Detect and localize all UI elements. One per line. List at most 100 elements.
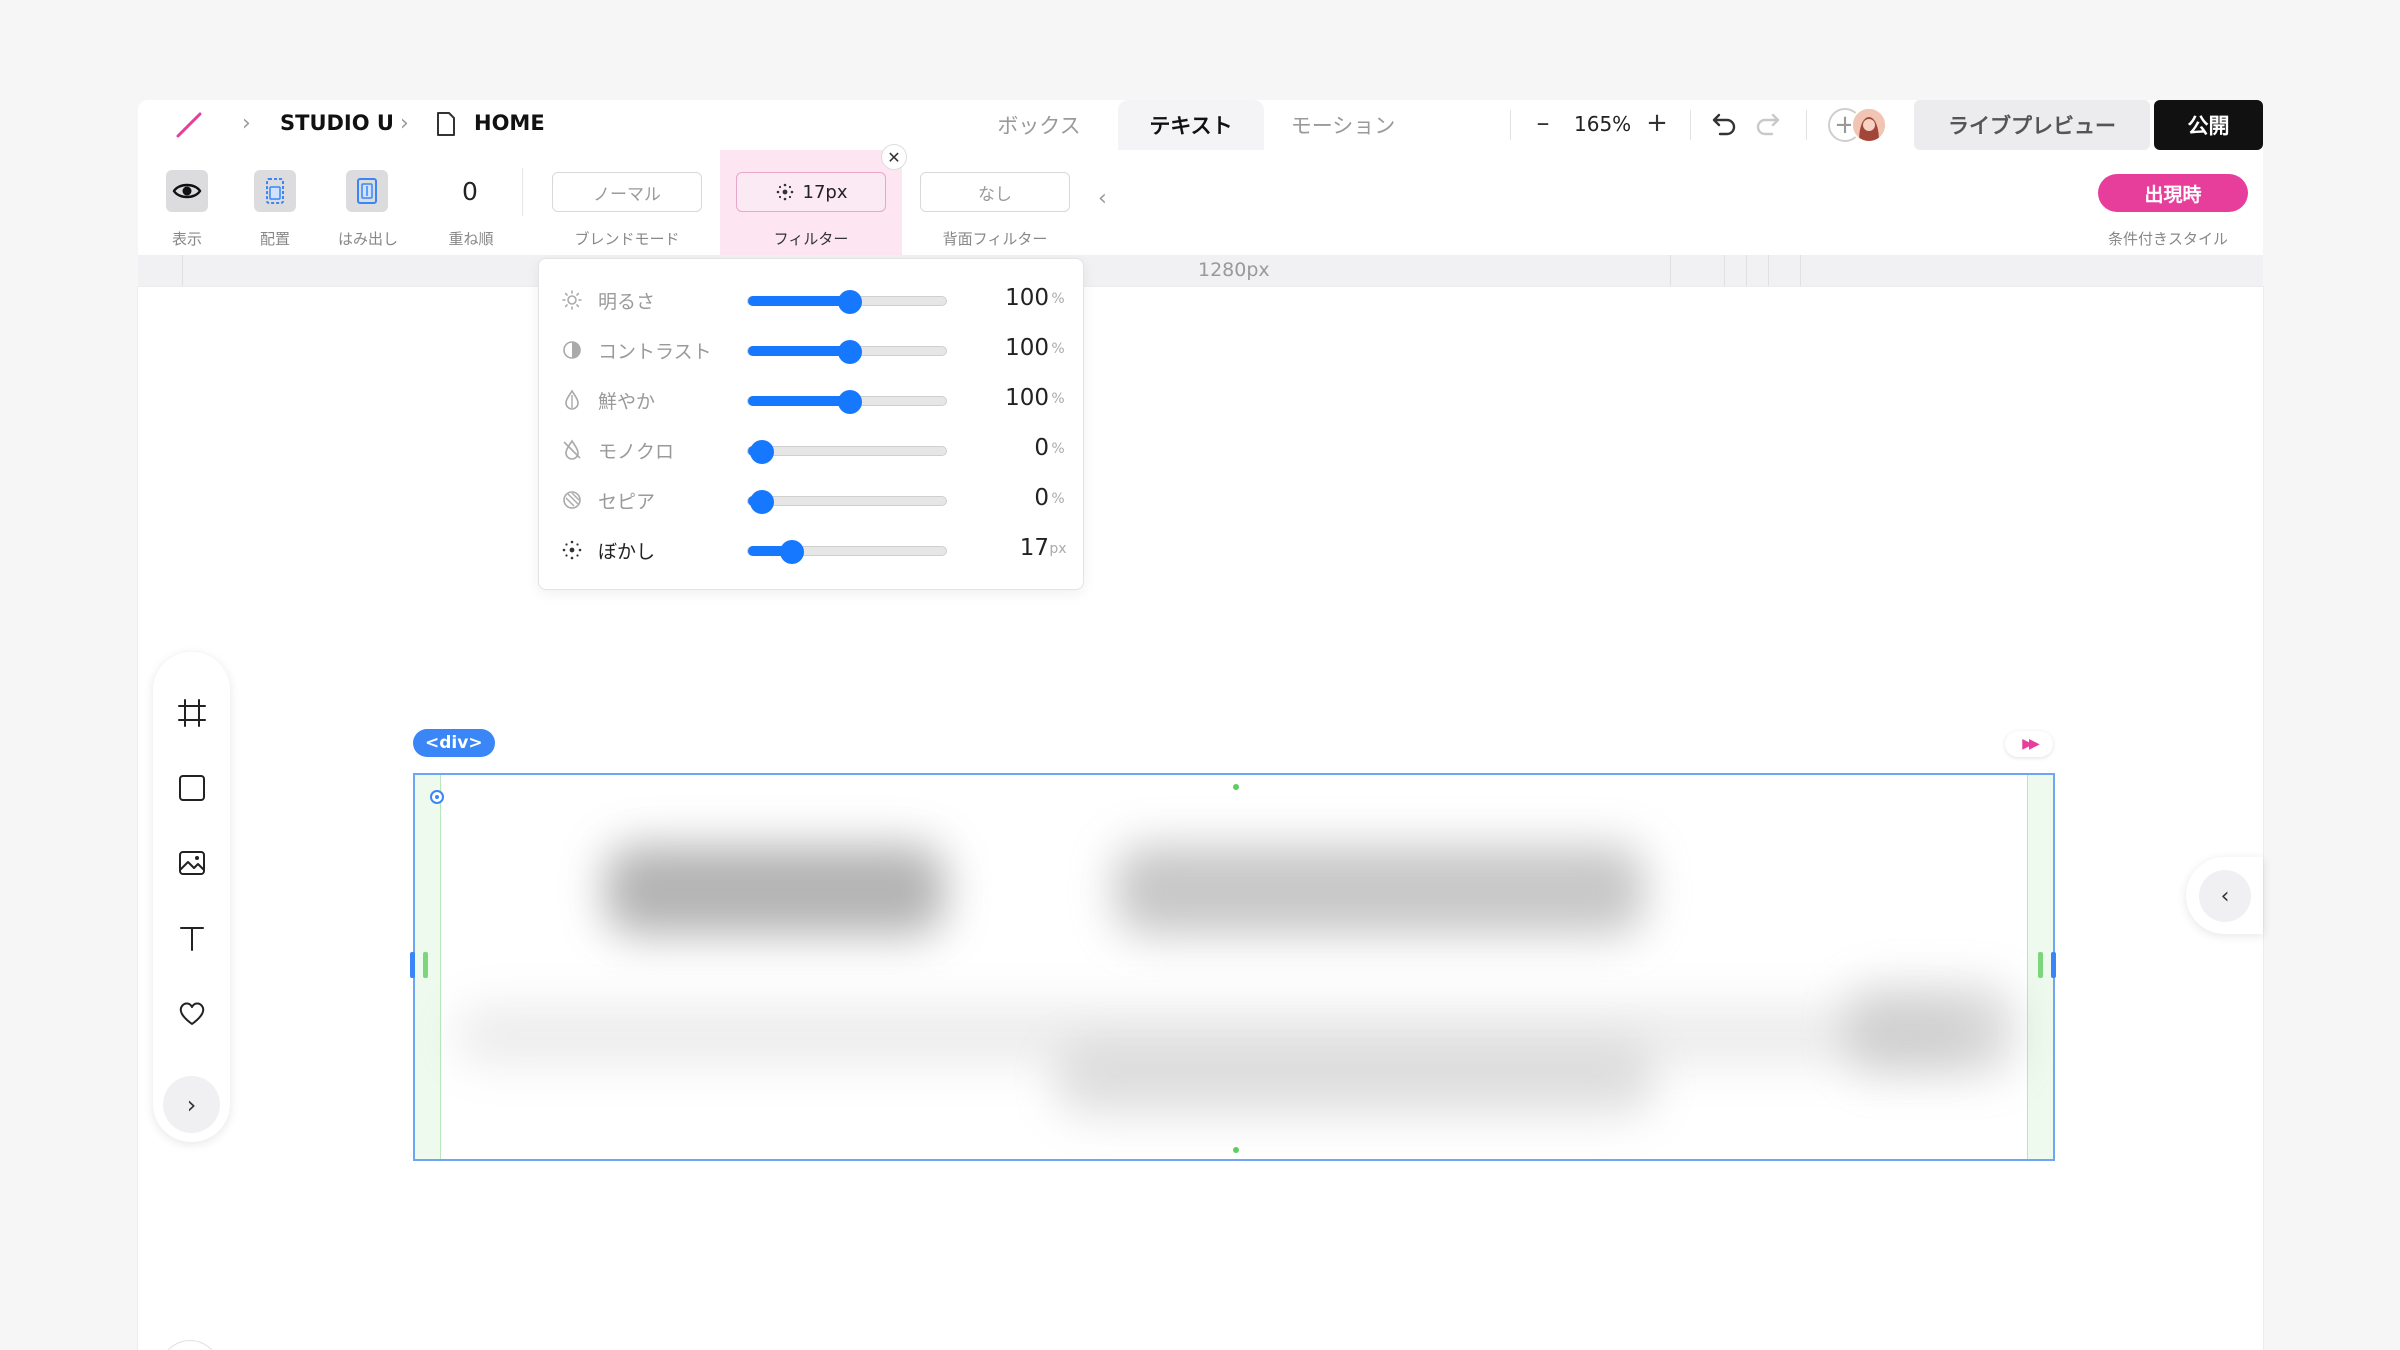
- visibility-button[interactable]: [166, 170, 208, 212]
- avatar[interactable]: [1851, 107, 1887, 143]
- drop-icon: [565, 389, 579, 410]
- top-header: › STUDIO U › HOME ボックス テキスト モーション – 165%…: [138, 100, 2263, 150]
- blur-dots-icon: [562, 540, 582, 560]
- redo-icon[interactable]: [1752, 108, 1786, 142]
- slider-fill: [748, 346, 850, 356]
- heart-icon: [179, 1002, 205, 1025]
- ruler-tick: [1746, 255, 1747, 287]
- zindex-value[interactable]: 0: [450, 177, 490, 206]
- user-avatar-icon: [1853, 109, 1885, 141]
- spacing-handle-bottom[interactable]: [1233, 1147, 1239, 1153]
- filter-value[interactable]: 100: [969, 335, 1049, 361]
- filter-value[interactable]: 0: [969, 485, 1049, 511]
- resize-handle-right[interactable]: [2051, 952, 2056, 978]
- padding-handle-left[interactable]: [423, 952, 428, 978]
- live-preview-button[interactable]: ライブプレビュー: [1914, 100, 2150, 150]
- zoom-out-button[interactable]: –: [1528, 108, 1558, 138]
- blend-mode-select[interactable]: ノーマル: [552, 172, 702, 212]
- ruler-tick: [1768, 255, 1769, 287]
- backdrop-filter-label: 背面フィルター: [942, 230, 1048, 248]
- chevron-left-icon[interactable]: ‹: [1098, 186, 1107, 211]
- visibility-label: 表示: [171, 230, 202, 248]
- filter-label: フィルター: [773, 230, 849, 248]
- slider-thumb[interactable]: [750, 440, 774, 464]
- box-tool-button[interactable]: [175, 771, 209, 805]
- ruler-tick: [1670, 255, 1671, 287]
- padding-handle-right[interactable]: [2038, 952, 2043, 978]
- slider-thumb[interactable]: [838, 340, 862, 364]
- square-icon: [179, 775, 205, 801]
- spacing-handle-top[interactable]: [1233, 784, 1239, 790]
- close-icon[interactable]: ✕: [881, 144, 907, 170]
- image-tool-button[interactable]: [175, 846, 209, 880]
- chevron-right-icon: ›: [242, 111, 251, 136]
- filter-unit: %: [1051, 341, 1065, 357]
- position-button[interactable]: [254, 170, 296, 212]
- side-panel-toggle-button[interactable]: ‹: [2199, 870, 2251, 922]
- filter-unit: %: [1051, 441, 1065, 457]
- slider-thumb[interactable]: [779, 540, 804, 564]
- publish-button[interactable]: 公開: [2154, 100, 2263, 150]
- backdrop-filter-select[interactable]: なし: [920, 172, 1070, 212]
- slider-thumb[interactable]: [750, 490, 774, 514]
- resize-handle-left[interactable]: [410, 952, 415, 978]
- element-tag-badge[interactable]: <div>: [413, 729, 495, 757]
- brightness-slider[interactable]: [747, 290, 947, 314]
- undo-icon[interactable]: [1706, 108, 1740, 142]
- tab-text[interactable]: テキスト: [1118, 100, 1264, 150]
- grayscale-slider[interactable]: [747, 440, 947, 464]
- slider-thumb[interactable]: [838, 390, 862, 414]
- appear-style-button[interactable]: 出現時: [2098, 174, 2248, 212]
- blur-dots-icon: [776, 183, 793, 201]
- blurred-content: [1115, 845, 1645, 935]
- sun-icon: [562, 290, 582, 310]
- contrast-slider[interactable]: [747, 340, 947, 364]
- filter-row-brightness: 明るさ 100 %: [539, 275, 1085, 325]
- hatched-circle-icon: [563, 491, 581, 509]
- animation-badge[interactable]: ▶▶: [2005, 731, 2053, 757]
- icon-tool-button[interactable]: [175, 996, 209, 1030]
- selected-div[interactable]: [413, 773, 2055, 1161]
- tab-box[interactable]: ボックス: [964, 100, 1114, 150]
- frame-tool-button[interactable]: [175, 696, 209, 730]
- divider: [1806, 110, 1807, 140]
- slider-fill: [748, 296, 850, 306]
- divider: [522, 168, 523, 216]
- zoom-level[interactable]: 165%: [1574, 112, 1631, 136]
- overflow-icon: [357, 178, 377, 204]
- chevron-left-icon: ‹: [2220, 883, 2230, 909]
- expand-tools-button[interactable]: ›: [163, 1076, 220, 1133]
- chevron-right-icon: ›: [186, 1090, 197, 1119]
- ruler-tick: [182, 255, 183, 287]
- saturate-slider[interactable]: [747, 390, 947, 414]
- filter-value[interactable]: 17: [969, 535, 1049, 561]
- filter-value[interactable]: 0: [969, 435, 1049, 461]
- filter-name: コントラスト: [598, 341, 712, 363]
- blend-mode-label: ブレンドモード: [574, 230, 680, 248]
- filter-unit: px: [1049, 541, 1067, 557]
- ruler-tick: [1724, 255, 1725, 287]
- overflow-button[interactable]: [346, 170, 388, 212]
- filter-name: セピア: [598, 491, 656, 513]
- filter-value[interactable]: 100: [969, 385, 1049, 411]
- filter-value[interactable]: 100: [969, 285, 1049, 311]
- filter-row-saturate: 鮮やか 100 %: [539, 375, 1085, 425]
- side-panel-toggle[interactable]: ‹: [2186, 857, 2263, 934]
- page-icon: [437, 112, 455, 136]
- blur-slider[interactable]: [747, 540, 947, 564]
- slider-thumb[interactable]: [838, 290, 862, 314]
- studio-logo-icon[interactable]: [170, 110, 210, 140]
- text-icon: [180, 927, 204, 951]
- tab-motion[interactable]: モーション: [1268, 100, 1418, 150]
- filter-button[interactable]: 17px: [736, 172, 886, 212]
- text-tool-button[interactable]: [175, 921, 209, 955]
- position-icon: [266, 178, 284, 204]
- breadcrumb-project[interactable]: STUDIO U: [280, 111, 394, 135]
- breadcrumb-page[interactable]: HOME: [474, 111, 545, 135]
- filter-name: 鮮やか: [598, 391, 656, 413]
- filter-row-contrast: コントラスト 100 %: [539, 325, 1085, 375]
- transform-origin-handle[interactable]: [430, 790, 444, 804]
- sepia-slider[interactable]: [747, 490, 947, 514]
- zoom-in-button[interactable]: +: [1642, 108, 1672, 138]
- blurred-content: [1845, 985, 2015, 1075]
